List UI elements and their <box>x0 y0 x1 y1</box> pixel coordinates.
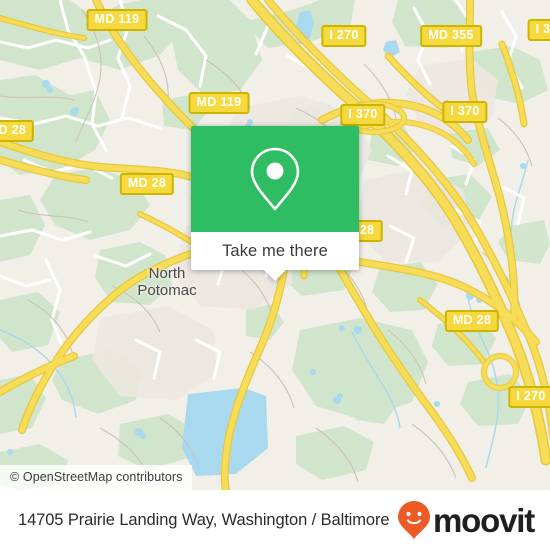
footer-content: 14705 Prairie Landing Way, Washington / … <box>0 490 550 550</box>
road-shield: MD 119 <box>188 92 250 114</box>
road-shield-label: MD 119 <box>94 12 140 26</box>
take-me-there-button[interactable]: Take me there <box>191 232 359 270</box>
road-shield-label: 28 <box>359 223 375 237</box>
moovit-wordmark: moovit <box>433 501 535 539</box>
road-shield-label: I 3 <box>535 22 550 36</box>
road-shield-label: I 370 <box>348 107 378 121</box>
popup-header <box>191 126 359 232</box>
popup-tail <box>264 270 286 281</box>
road-shield-label: MD 28 <box>452 313 492 327</box>
road-shield-label: I 370 <box>450 104 480 118</box>
road-shield: MD 28 <box>119 173 175 195</box>
road-shield: I 3 <box>527 19 550 41</box>
road-shield-label: I 270 <box>516 389 546 403</box>
road-shield: MD 28 <box>0 120 35 142</box>
map-canvas[interactable]: North Potomac MD 119 I 270 MD 355 I 3 MD 119… <box>0 0 550 490</box>
road-shield-label: MD 119 <box>196 95 242 109</box>
road-shield: I 270 <box>508 386 550 408</box>
take-me-there-label: Take me there <box>222 241 328 260</box>
osm-attribution[interactable]: © OpenStreetMap contributors <box>0 465 192 490</box>
moovit-logo[interactable]: moovit <box>397 500 535 540</box>
road-shield-label: MD 28 <box>127 176 167 190</box>
map-pin-icon <box>250 147 300 211</box>
road-shield: MD 119 <box>86 9 148 31</box>
footer-bar: 14705 Prairie Landing Way, Washington / … <box>0 490 550 550</box>
road-shield: I 370 <box>442 101 488 123</box>
moovit-pin-icon <box>398 501 431 539</box>
road-shield: I 270 <box>321 25 367 47</box>
location-popup[interactable]: Take me there <box>191 126 359 281</box>
road-shield: I 370 <box>340 104 386 126</box>
place-label-north-potomac: North Potomac <box>137 265 196 299</box>
place-label-line1: North <box>148 265 186 282</box>
place-label-line2: Potomac <box>137 282 197 299</box>
road-shield: MD 355 <box>420 25 482 47</box>
road-shield-label: MD 355 <box>428 28 474 42</box>
road-shield-label: MD 28 <box>0 123 27 137</box>
road-shield-label: I 270 <box>329 28 359 42</box>
road-shield: MD 28 <box>444 310 500 332</box>
moovit-map-screenshot: North Potomac MD 119 I 270 MD 355 I 3 MD 119… <box>0 0 550 550</box>
address-label: 14705 Prairie Landing Way, Washington / … <box>18 510 390 529</box>
